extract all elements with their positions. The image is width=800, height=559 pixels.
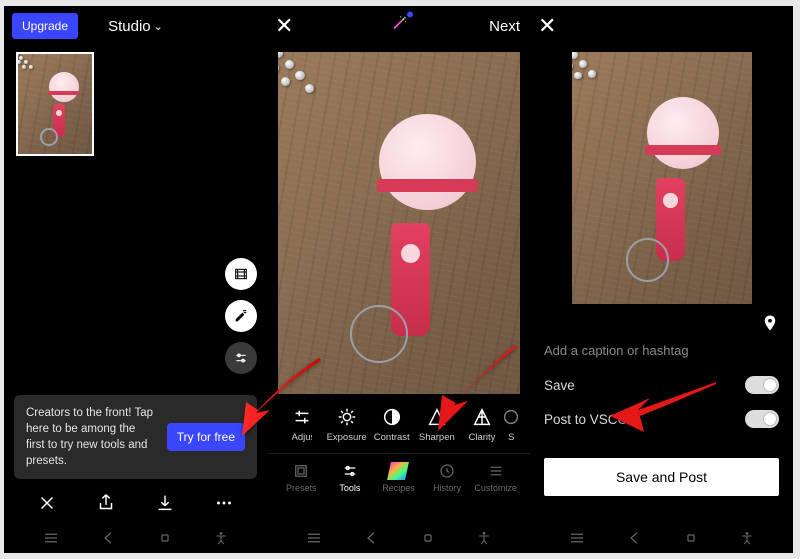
tab-tools[interactable]: Tools [326,462,375,493]
edit-icon[interactable] [225,300,257,332]
post-label: Post to VSCO [544,412,628,427]
tool-label: Clarity [468,432,495,443]
accessibility-nav-icon[interactable] [739,530,755,551]
tool-exposure[interactable]: Exposure [324,406,369,443]
more-icon[interactable] [204,492,244,514]
editor-preview[interactable] [278,52,520,394]
topbar: ✕ [530,6,793,46]
tab-customize[interactable]: Customize [471,462,520,493]
tab-label: Presets [286,483,317,493]
sliders-icon[interactable] [225,342,257,374]
accessibility-nav-icon[interactable] [213,530,229,551]
upgrade-button[interactable]: Upgrade [12,13,78,39]
share-icon[interactable] [86,492,126,514]
post-screen: ✕ Add a caption or hashtag Save Post to … [530,6,793,553]
back-nav-icon[interactable] [625,529,643,552]
location-row [530,304,793,339]
save-row: Save [530,368,793,402]
tool-label: Contrast [374,432,410,443]
accessibility-nav-icon[interactable] [476,530,492,551]
close-icon[interactable]: ✕ [275,13,303,39]
studio-title: Studio [108,18,151,35]
save-label: Save [544,378,575,393]
android-navbar [530,527,793,553]
menu-nav-icon[interactable] [568,529,586,552]
home-nav-icon[interactable] [682,529,700,552]
studio-screen: Upgrade Studio ⌄ [4,6,267,553]
promo-banner: Creators to the front! Tap here to be am… [14,395,257,479]
topbar: ✕ Next [267,6,530,46]
back-nav-icon[interactable] [99,529,117,552]
topbar: Upgrade Studio ⌄ [4,6,267,46]
next-button[interactable]: Next [489,18,520,35]
recipes-icon [388,462,410,480]
menu-nav-icon[interactable] [305,529,323,552]
tab-label: Tools [339,483,360,493]
magic-wand-icon[interactable] [389,14,409,39]
tab-label: Recipes [382,483,415,493]
tool-label: S [508,432,514,443]
tab-label: Customize [474,483,517,493]
tab-recipes[interactable]: Recipes [374,462,423,493]
banner-text: Creators to the front! Tap here to be am… [26,405,157,469]
editor-screen: ✕ Next Adjust [267,6,530,553]
try-for-free-button[interactable]: Try for free [167,423,245,451]
post-toggle[interactable] [745,410,779,428]
bottom-tabs: Presets Tools Recipes History Customize [267,453,530,493]
fab-column [225,258,257,374]
chevron-down-icon: ⌄ [154,20,163,33]
download-icon[interactable] [145,492,185,514]
tool-contrast[interactable]: Contrast [369,406,414,443]
save-toggle[interactable] [745,376,779,394]
studio-bottom-bar [4,481,267,525]
post-row: Post to VSCO [530,402,793,436]
photo-thumbnail[interactable] [16,52,94,156]
android-navbar [4,527,267,553]
thumbnail-grid [4,46,267,162]
tool-more[interactable]: S [504,406,518,443]
filmstrip-icon[interactable] [225,258,257,290]
close-icon[interactable]: ✕ [538,13,566,39]
tab-history[interactable]: History [423,462,472,493]
location-pin-icon[interactable] [761,314,779,337]
tool-adjust[interactable]: Adjust [279,406,324,443]
tool-label: Sharpen [419,432,455,443]
studio-dropdown[interactable]: Studio ⌄ [108,18,163,35]
android-navbar [267,527,530,553]
tool-clarity[interactable]: Clarity [459,406,504,443]
close-icon[interactable] [27,492,67,514]
tool-sharpen[interactable]: Sharpen [414,406,459,443]
tool-label: Adjust [292,432,312,443]
tool-row: Adjust Exposure Contrast Sharpen Clarity… [267,394,530,447]
post-preview[interactable] [572,52,752,304]
home-nav-icon[interactable] [419,529,437,552]
back-nav-icon[interactable] [362,529,380,552]
caption-input[interactable]: Add a caption or hashtag [530,339,793,368]
home-nav-icon[interactable] [156,529,174,552]
menu-nav-icon[interactable] [42,529,60,552]
tab-label: History [433,483,461,493]
tool-label: Exposure [327,432,367,443]
save-and-post-button[interactable]: Save and Post [544,458,779,496]
tab-presets[interactable]: Presets [277,462,326,493]
